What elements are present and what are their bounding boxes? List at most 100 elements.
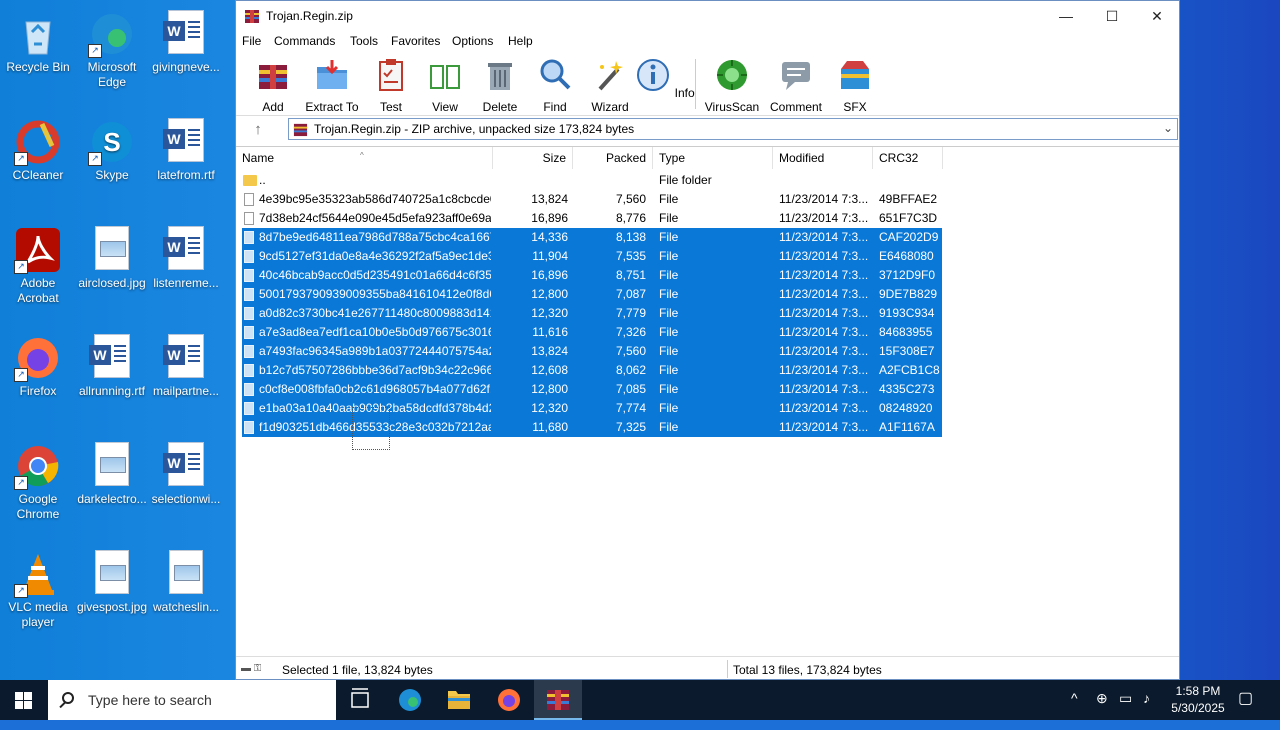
- desktop-icon[interactable]: ↗ VLC media player: [0, 544, 76, 630]
- taskbar-edge[interactable]: [386, 680, 434, 720]
- column-crc32[interactable]: CRC32: [873, 147, 943, 169]
- file-size: 12,320: [531, 306, 568, 320]
- file-type: File: [659, 382, 679, 396]
- taskbar-firefox[interactable]: [485, 680, 533, 720]
- file-row[interactable]: 4e39bc95e35323ab586d740725a1c8cbcde0... 1…: [242, 190, 942, 209]
- test-button[interactable]: Test: [361, 55, 421, 114]
- edge-icon: [399, 689, 421, 711]
- desktop-icon[interactable]: S ↗ Skype: [74, 112, 150, 183]
- desktop-icon[interactable]: darkelectro...: [74, 436, 150, 507]
- menu-file[interactable]: File: [242, 34, 261, 48]
- tray-chevron-up-icon[interactable]: ^: [1071, 690, 1078, 706]
- sfx-button[interactable]: SFX: [825, 55, 885, 114]
- desktop-icon-label: VLC media player: [8, 600, 68, 629]
- column-name[interactable]: Name ^: [236, 147, 493, 169]
- folder-icon: [243, 175, 257, 186]
- close-button[interactable]: ✕: [1134, 1, 1180, 31]
- file-row[interactable]: 5001793790939009355ba841610412e0f8d60...…: [242, 285, 942, 304]
- desktop-icon[interactable]: Wselectionwi...: [148, 436, 224, 507]
- desktop-icon[interactable]: Recycle Bin: [0, 4, 76, 75]
- trash-can-icon: [488, 63, 512, 90]
- column-packed[interactable]: Packed: [573, 147, 653, 169]
- desktop-icon[interactable]: watcheslin...: [148, 544, 224, 615]
- file-size: 12,608: [531, 363, 568, 377]
- file-row[interactable]: 40c46bcab9acc0d5d235491c01a66d4c6f35... 1…: [242, 266, 942, 285]
- test-label: Test: [379, 100, 402, 114]
- file-size: 13,824: [531, 192, 568, 206]
- drive-key-icon: ▬ ⚿: [241, 663, 262, 674]
- up-folder-button[interactable]: ↑: [244, 121, 272, 141]
- column-size[interactable]: Size: [493, 147, 573, 169]
- menu-help[interactable]: Help: [508, 34, 533, 48]
- extract-to-button[interactable]: Extract To: [302, 55, 362, 114]
- title-bar[interactable]: Trojan.Regin.zip — ☐ ✕: [236, 1, 1179, 31]
- column-type[interactable]: Type: [653, 147, 773, 169]
- file-row[interactable]: 8d7be9ed64811ea7986d788a75cbc4ca1667... 1…: [242, 228, 942, 247]
- chevron-down-icon[interactable]: ⌄: [1163, 121, 1173, 135]
- clock[interactable]: 1:58 PM 5/30/2025: [1162, 683, 1234, 717]
- desktop-icon[interactable]: ↗ Adobe Acrobat: [0, 220, 76, 306]
- desktop-icon[interactable]: Wlatefrom.rtf: [148, 112, 224, 183]
- sort-ascending-icon: ^: [360, 151, 364, 160]
- file-row[interactable]: b12c7d57507286bbbe36d7acf9b34c22c966... 1…: [242, 361, 942, 380]
- file-row[interactable]: 7d38eb24cf5644e090e45d5efa923aff0e69a6..…: [242, 209, 942, 228]
- file-row[interactable]: 9cd5127ef31da0e8a4e36292f2af5a9ec1de3...…: [242, 247, 942, 266]
- wizard-button[interactable]: Wizard: [580, 55, 640, 114]
- ccleaner-icon: ↗: [14, 118, 62, 166]
- tray-network-icon[interactable]: ▭: [1119, 690, 1132, 707]
- virusscan-button[interactable]: VirusScan: [702, 55, 762, 114]
- view-button[interactable]: View: [415, 55, 475, 114]
- menu-commands[interactable]: Commands: [274, 34, 335, 48]
- desktop-icon[interactable]: Wgivingneve...: [148, 4, 224, 75]
- delete-button[interactable]: Delete: [470, 55, 530, 114]
- file-row[interactable]: a7e3ad8ea7edf1ca10b0e5b0d976675c3016... 1…: [242, 323, 942, 342]
- file-size: 16,896: [531, 268, 568, 282]
- desktop-icon[interactable]: Wmailpartne...: [148, 328, 224, 399]
- notification-icon[interactable]: ▢: [1238, 688, 1253, 708]
- file-row[interactable]: .. File folder: [242, 171, 942, 190]
- file-row[interactable]: e1ba03a10a40aab909b2ba58dcdfd378b4d2... 1…: [242, 399, 942, 418]
- file-crc32: 9193C934: [879, 306, 935, 320]
- add-button[interactable]: Add: [243, 55, 303, 114]
- file-name: 9cd5127ef31da0e8a4e36292f2af5a9ec1de3...: [259, 249, 491, 263]
- word-doc-icon: W: [88, 334, 136, 382]
- address-field[interactable]: Trojan.Regin.zip - ZIP archive, unpacked…: [288, 118, 1178, 140]
- task-view-button[interactable]: [336, 680, 384, 720]
- desktop-icon[interactable]: ↗ Firefox: [0, 328, 76, 399]
- maximize-button[interactable]: ☐: [1089, 1, 1135, 31]
- desktop-icon[interactable]: ↗ Google Chrome: [0, 436, 76, 522]
- find-button[interactable]: Find: [525, 55, 585, 114]
- file-type: File: [659, 306, 679, 320]
- file-row[interactable]: a0d82c3730bc41e267711480c8009883d141... 1…: [242, 304, 942, 323]
- taskbar-search[interactable]: Type here to search: [48, 680, 336, 720]
- desktop-icon[interactable]: Wallrunning.rtf: [74, 328, 150, 399]
- taskbar-winrar[interactable]: [534, 680, 582, 720]
- file-row[interactable]: f1d903251db466d35533c28e3c032b7212aa... 1…: [242, 418, 942, 437]
- taskbar-file-explorer[interactable]: [435, 680, 483, 720]
- desktop-icon[interactable]: givespost.jpg: [74, 544, 150, 615]
- tray-volume-icon[interactable]: ♪: [1143, 690, 1150, 706]
- column-modified[interactable]: Modified: [773, 147, 873, 169]
- desktop-icon[interactable]: ↗ Microsoft Edge: [74, 4, 150, 90]
- menu-options[interactable]: Options: [452, 34, 493, 48]
- file-type: File: [659, 420, 679, 434]
- file-row[interactable]: c0cf8e008fbfa0cb2c61d968057b4a077d62f...…: [242, 380, 942, 399]
- desktop-icon[interactable]: airclosed.jpg: [74, 220, 150, 291]
- magnifier-icon: [540, 59, 571, 90]
- desktop-icon[interactable]: ↗ CCleaner: [0, 112, 76, 183]
- desktop-icon[interactable]: Wlistenreme...: [148, 220, 224, 291]
- info-button[interactable]: Info: [635, 55, 695, 100]
- file-row[interactable]: a7493fac96345a989b1a03772444075754a2e...…: [242, 342, 942, 361]
- tray-network-status-icon[interactable]: ⊕: [1096, 690, 1108, 707]
- file-packed: 7,325: [615, 420, 646, 434]
- shortcut-arrow-icon: ↗: [14, 368, 28, 382]
- comment-button[interactable]: Comment: [766, 55, 826, 114]
- start-button[interactable]: [0, 680, 48, 720]
- file-modified: 11/23/2014 7:3...: [779, 306, 869, 320]
- shortcut-arrow-icon: ↗: [14, 152, 28, 166]
- info-label: Info: [674, 86, 695, 100]
- minimize-button[interactable]: —: [1043, 1, 1089, 31]
- menu-favorites[interactable]: Favorites: [391, 34, 440, 48]
- menu-tools[interactable]: Tools: [350, 34, 378, 48]
- file-packed: 7,326: [615, 325, 646, 339]
